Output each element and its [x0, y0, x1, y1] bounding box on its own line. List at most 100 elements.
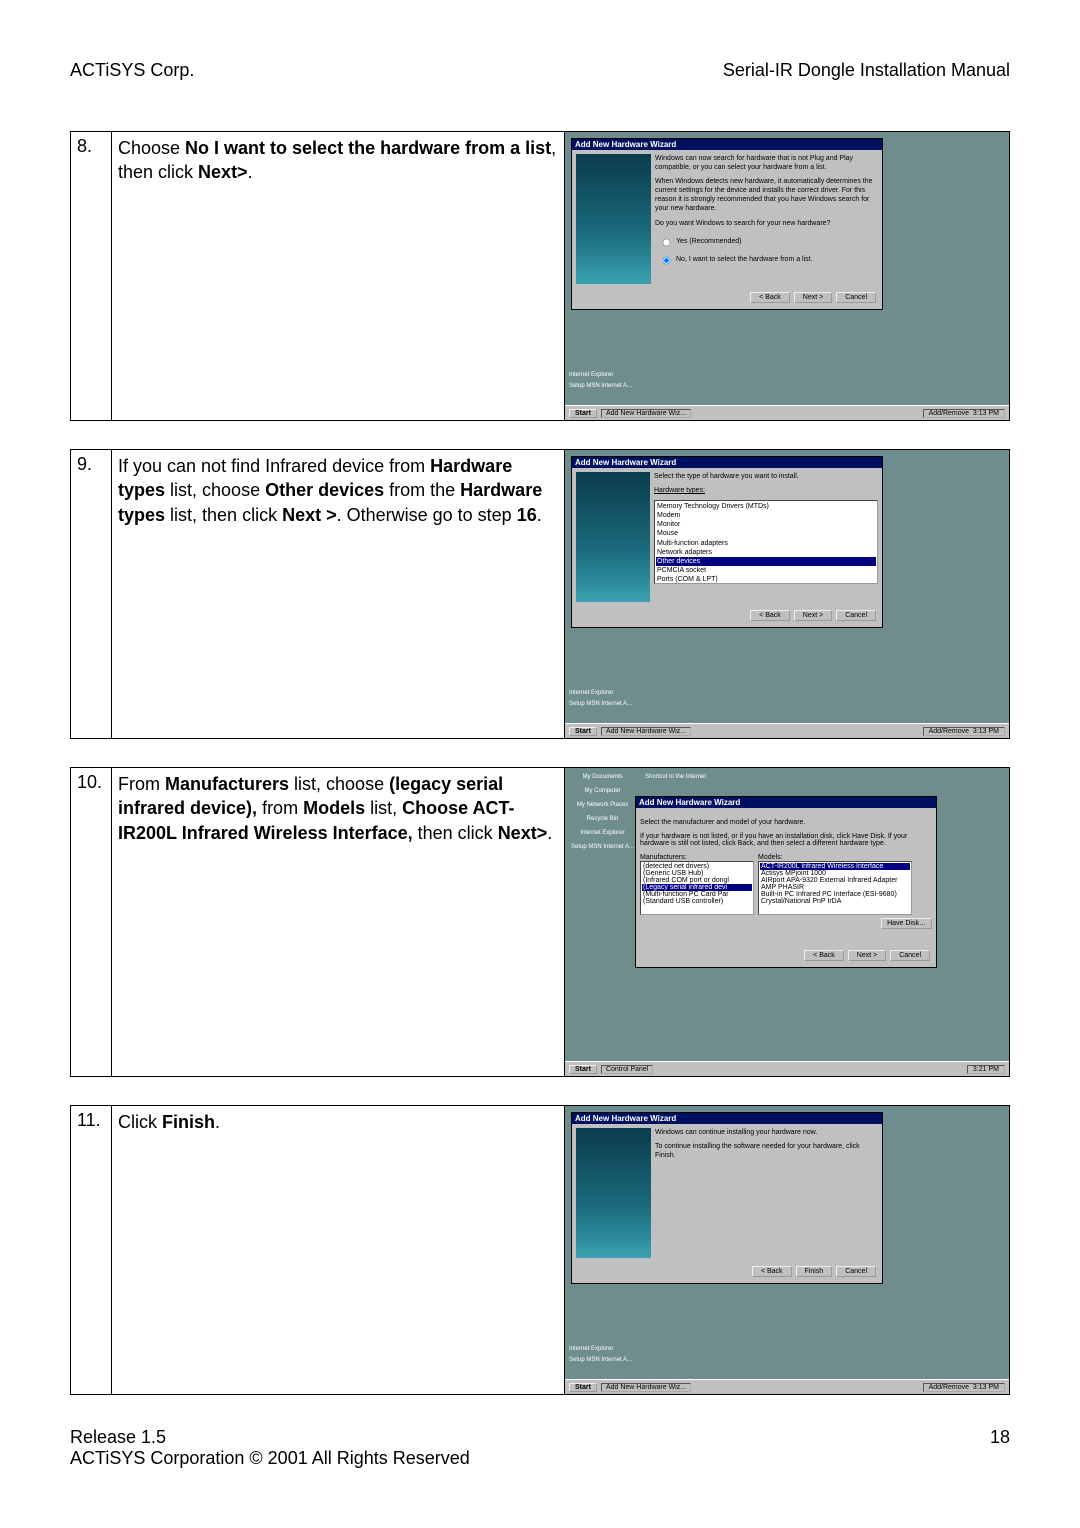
hardware-types-label: Hardware types:: [654, 487, 705, 494]
list-item[interactable]: AIRport APA-9320 External Infrared Adapt…: [760, 877, 910, 884]
list-item[interactable]: Built-in PC Infrared PC Interface (ESI-9…: [760, 891, 910, 898]
wizard-10: Add New Hardware Wizard Select the manuf…: [635, 796, 937, 968]
wizard-banner: [576, 154, 651, 284]
ie-icon[interactable]: Internet Explorer: [569, 372, 632, 378]
manufacturers-listbox[interactable]: (detected net drivers) (Generic USB Hub)…: [640, 861, 754, 915]
taskbar-task[interactable]: Add New Hardware Wiz...: [601, 1383, 691, 1392]
list-item[interactable]: Crystal/National PnP IrDA: [760, 898, 910, 905]
taskbar-task[interactable]: Add New Hardware Wiz...: [601, 409, 691, 418]
list-item-selected[interactable]: Other devices: [656, 557, 876, 566]
list-item[interactable]: (detected net drivers): [642, 863, 752, 870]
step-8-screenshot: Add New Hardware Wizard Windows can now …: [565, 132, 1010, 421]
ie-icon[interactable]: Internet Explorer: [569, 1346, 632, 1352]
taskbar: Start Add New Hardware Wiz... Add/Remove…: [565, 723, 1009, 738]
list-item[interactable]: Modem: [656, 511, 876, 520]
back-button[interactable]: < Back: [750, 292, 790, 303]
ie-icon[interactable]: Internet Explorer: [571, 830, 634, 836]
page-footer: Release 1.5 ACTiSYS Corporation © 2001 A…: [70, 1427, 1010, 1469]
list-item[interactable]: Monitor: [656, 520, 876, 529]
list-item[interactable]: Memory Technology Drivers (MTDs): [656, 502, 876, 511]
msn-icon[interactable]: Setup MSN Internet A...: [569, 383, 632, 389]
wizard-11-p1: Windows can continue installing your har…: [655, 1128, 878, 1137]
back-button[interactable]: < Back: [752, 1266, 792, 1277]
wizard-10-p2: If your hardware is not listed, or if yo…: [640, 833, 932, 847]
wizard-8: Add New Hardware Wizard Windows can now …: [571, 138, 883, 310]
wizard-10-p1: Select the manufacturer and model of you…: [640, 819, 932, 826]
step-11-screenshot: Add New Hardware Wizard Windows can cont…: [565, 1106, 1010, 1395]
back-button[interactable]: < Back: [750, 610, 790, 621]
start-button[interactable]: Start: [569, 409, 597, 418]
recycle-bin-icon[interactable]: Recycle Bin: [571, 816, 634, 822]
page-header: ACTiSYS Corp. Serial-IR Dongle Installat…: [70, 60, 1010, 81]
radio-yes[interactable]: [663, 238, 671, 246]
next-button[interactable]: Next >: [794, 292, 832, 303]
wizard-banner: [576, 1128, 651, 1258]
taskbar-tray: Add/Remove 3:13 PM: [923, 727, 1005, 736]
step-9-instruction: If you can not find Infrared device from…: [112, 450, 565, 739]
models-listbox[interactable]: ACT-IR200L Infrared Wireless Interface A…: [758, 861, 912, 915]
list-item-selected[interactable]: (Legacy serial infrared devi: [642, 884, 752, 891]
desktop-shortcut-label: Shortcut to the Internet: [645, 774, 706, 780]
cancel-button[interactable]: Cancel: [890, 950, 930, 961]
desktop-icons: Internet Explorer Setup MSN Internet A..…: [569, 1346, 632, 1368]
back-button[interactable]: < Back: [804, 950, 844, 961]
wizard-9: Add New Hardware Wizard Select the type …: [571, 456, 883, 628]
step-10-number: 10.: [71, 768, 112, 1077]
taskbar: Start Add New Hardware Wiz... Add/Remove…: [565, 1379, 1009, 1394]
msn-icon[interactable]: Setup MSN Internet A...: [571, 844, 634, 850]
step-8-bold2: Next>: [198, 162, 248, 182]
taskbar-task[interactable]: Add New Hardware Wiz...: [601, 727, 691, 736]
wizard-9-p1: Select the type of hardware you want to …: [654, 472, 878, 481]
list-item[interactable]: Mouse: [656, 529, 876, 538]
start-button[interactable]: Start: [569, 727, 597, 736]
have-disk-button[interactable]: Have Disk…: [881, 918, 932, 929]
my-computer-icon[interactable]: My Computer: [571, 788, 634, 794]
list-item[interactable]: Multi-function adapters: [656, 539, 876, 548]
cancel-button[interactable]: Cancel: [836, 610, 876, 621]
next-button[interactable]: Next >: [794, 610, 832, 621]
list-item[interactable]: (Multi-function PC Card Par: [642, 891, 752, 898]
list-item[interactable]: Network adapters: [656, 548, 876, 557]
start-button[interactable]: Start: [569, 1383, 597, 1392]
list-item[interactable]: (Infrared COM port or dongl: [642, 877, 752, 884]
footer-release: Release 1.5: [70, 1427, 470, 1448]
step-8-number: 8.: [71, 132, 112, 421]
radio-no[interactable]: [663, 256, 671, 264]
taskbar: Start Add New Hardware Wiz... Add/Remove…: [565, 405, 1009, 420]
wizard-title: Add New Hardware Wizard: [572, 457, 882, 468]
wizard-title: Add New Hardware Wizard: [572, 139, 882, 150]
msn-icon[interactable]: Setup MSN Internet A...: [569, 701, 632, 707]
network-places-icon[interactable]: My Network Places: [571, 802, 634, 808]
msn-icon[interactable]: Setup MSN Internet A...: [569, 1357, 632, 1363]
step-9-screenshot: Add New Hardware Wizard Select the type …: [565, 450, 1010, 739]
next-button[interactable]: Next >: [848, 950, 886, 961]
radio-yes-label: Yes (Recommended): [676, 238, 742, 245]
cancel-button[interactable]: Cancel: [836, 292, 876, 303]
wizard-11-p2: To continue installing the software need…: [655, 1142, 878, 1160]
my-documents-icon[interactable]: My Documents: [571, 774, 634, 780]
start-button[interactable]: Start: [569, 1065, 597, 1074]
step-8-table: 8. Choose No I want to select the hardwa…: [70, 131, 1010, 421]
list-item[interactable]: PCMCIA socket: [656, 566, 876, 575]
radio-no-label: No, I want to select the hardware from a…: [676, 256, 813, 263]
taskbar: Start Control Panel 3:21 PM: [565, 1061, 1009, 1076]
list-item[interactable]: (Standard USB controller): [642, 898, 752, 905]
finish-button[interactable]: Finish: [796, 1266, 833, 1277]
manufacturers-label: Manufacturers:: [640, 854, 754, 861]
wizard-8-p2: When Windows detects new hardware, it au…: [655, 177, 878, 213]
hardware-types-listbox[interactable]: Memory Technology Drivers (MTDs) Modem M…: [654, 500, 878, 584]
list-item[interactable]: (Generic USB Hub): [642, 870, 752, 877]
step-8-instruction: Choose No I want to select the hardware …: [112, 132, 565, 421]
list-item-selected[interactable]: ACT-IR200L Infrared Wireless Interface: [760, 863, 910, 870]
list-item[interactable]: Actisys MPjoint 1000: [760, 870, 910, 877]
step-10-table: 10. From Manufacturers list, choose (leg…: [70, 767, 1010, 1077]
cancel-button[interactable]: Cancel: [836, 1266, 876, 1277]
ie-icon[interactable]: Internet Explorer: [569, 690, 632, 696]
list-item[interactable]: AMP PHASIR: [760, 884, 910, 891]
footer-page-number: 18: [990, 1427, 1010, 1469]
list-item[interactable]: Ports (COM & LPT): [656, 575, 876, 584]
wizard-11: Add New Hardware Wizard Windows can cont…: [571, 1112, 883, 1284]
step-9-table: 9. If you can not find Infrared device f…: [70, 449, 1010, 739]
taskbar-time: 3:21 PM: [967, 1065, 1005, 1074]
taskbar-task-cp[interactable]: Control Panel: [601, 1065, 653, 1074]
